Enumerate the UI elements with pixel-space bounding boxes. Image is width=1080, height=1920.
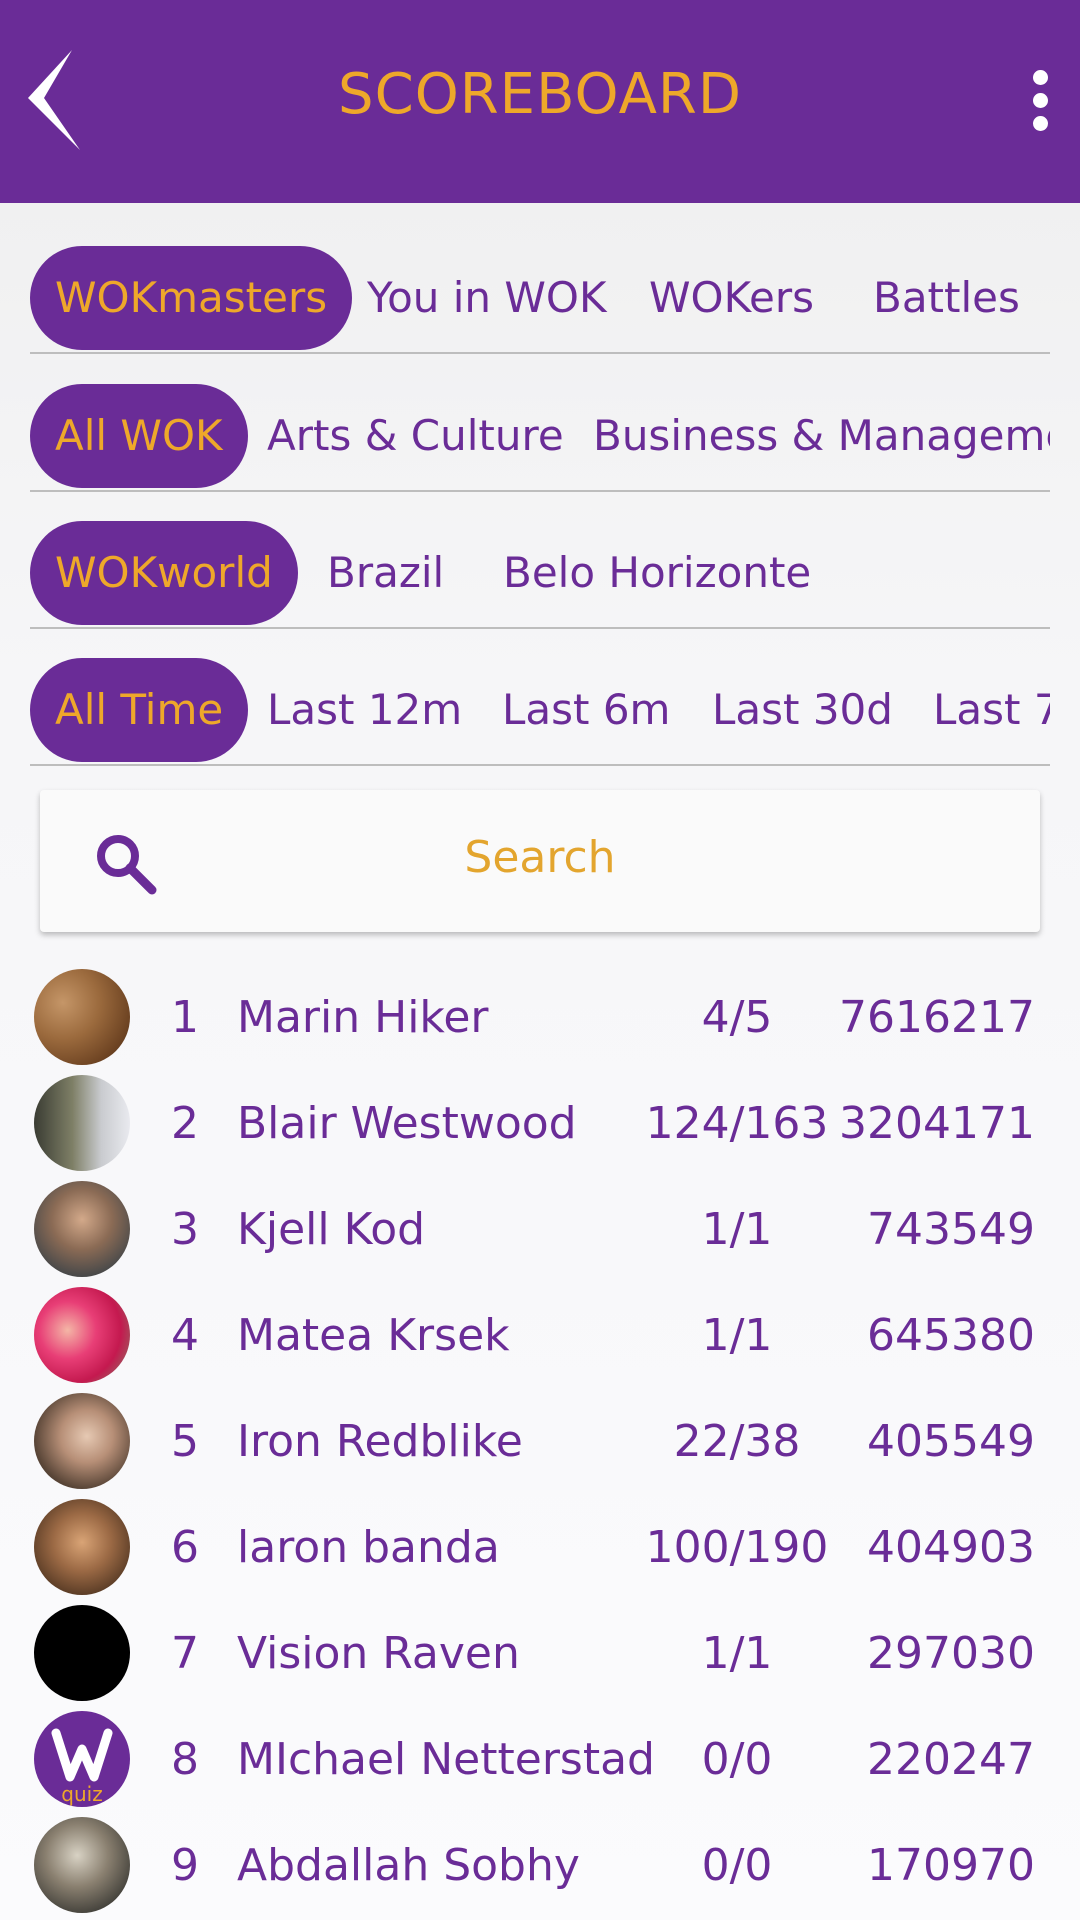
tab-battles[interactable]: Battles <box>848 246 1045 350</box>
leaderboard-row[interactable]: 9 Abdallah Sobhy 0/0 170970 <box>0 1812 1080 1918</box>
tab-brazil[interactable]: Brazil <box>302 521 469 625</box>
score: 3204171 <box>839 1098 1035 1149</box>
rank: 8 <box>171 1734 199 1785</box>
rank: 4 <box>171 1310 199 1361</box>
rank: 7 <box>171 1628 199 1679</box>
overflow-menu-button[interactable] <box>1018 70 1062 136</box>
search-placeholder: Search <box>464 832 616 883</box>
player-name: Iron Redblike <box>237 1416 523 1467</box>
player-name: Kjell Kod <box>237 1204 426 1255</box>
leaderboard-row[interactable]: 7 Vision Raven 1/1 297030 <box>0 1600 1080 1706</box>
win-ratio: 1/1 <box>701 1628 773 1679</box>
tab-wokworld[interactable]: WOKworld <box>30 521 298 625</box>
page-title: SCOREBOARD <box>338 62 742 127</box>
leaderboard-row[interactable]: 4 Matea Krsek 1/1 645380 <box>0 1282 1080 1388</box>
score: 404903 <box>867 1522 1035 1573</box>
rank: 5 <box>171 1416 199 1467</box>
score: 7616217 <box>839 992 1035 1043</box>
avatar <box>34 1499 130 1595</box>
player-name: Blair Westwood <box>237 1098 577 1149</box>
tab-last-12m[interactable]: Last 12m <box>242 658 487 762</box>
avatar <box>34 1075 130 1171</box>
player-name: Matea Krsek <box>237 1310 510 1361</box>
avatar <box>34 969 130 1065</box>
rank: 2 <box>171 1098 199 1149</box>
win-ratio: 124/163 <box>645 1098 829 1149</box>
svg-text:quiz: quiz <box>61 1782 102 1806</box>
player-name: Vision Raven <box>237 1628 520 1679</box>
more-vert-icon <box>1018 70 1062 131</box>
tab-arts-culture[interactable]: Arts & Culture <box>242 384 589 488</box>
score: 645380 <box>867 1310 1035 1361</box>
tab-wokmasters[interactable]: WOKmasters <box>30 246 353 350</box>
tab-last-7d[interactable]: Last 7 <box>908 658 1050 762</box>
win-ratio: 4/5 <box>701 992 773 1043</box>
tab-last-6m[interactable]: Last 6m <box>477 658 695 762</box>
leaderboard-row[interactable]: 3 Kjell Kod 1/1 743549 <box>0 1176 1080 1282</box>
rank: 9 <box>171 1840 199 1891</box>
score: 743549 <box>867 1204 1035 1255</box>
tab-business-management[interactable]: Business & Manageme <box>568 384 1050 488</box>
search-field[interactable]: Search <box>40 790 1040 932</box>
win-ratio: 22/38 <box>673 1416 801 1467</box>
avatar <box>34 1287 130 1383</box>
player-name: MIchael Netterstad <box>237 1734 655 1785</box>
score: 405549 <box>867 1416 1035 1467</box>
avatar <box>34 1605 130 1701</box>
app-bar: SCOREBOARD <box>0 0 1080 203</box>
leaderboard-row[interactable]: 1 Marin Hiker 4/5 7616217 <box>0 964 1080 1070</box>
score: 220247 <box>867 1734 1035 1785</box>
win-ratio: 0/0 <box>701 1734 773 1785</box>
score: 297030 <box>867 1628 1035 1679</box>
rank: 3 <box>171 1204 199 1255</box>
score: 170970 <box>867 1840 1035 1891</box>
rank: 1 <box>171 992 199 1043</box>
tab-all-wok[interactable]: All WOK <box>30 384 248 488</box>
tab-you-in-wok[interactable]: You in WOK <box>342 246 632 350</box>
win-ratio: 100/190 <box>645 1522 829 1573</box>
avatar <box>34 1817 130 1913</box>
player-name: Abdallah Sobhy <box>237 1840 580 1891</box>
leaderboard-row[interactable]: 6 laron banda 100/190 404903 <box>0 1494 1080 1600</box>
region-tabs: WOKworld Brazil Belo Horizonte <box>30 491 1050 629</box>
win-ratio: 0/0 <box>701 1840 773 1891</box>
tab-wokers[interactable]: WOKers <box>624 246 839 350</box>
avatar <box>34 1393 130 1489</box>
category-tabs: All WOK Arts & Culture Business & Manage… <box>30 354 1050 492</box>
wok-quiz-logo-icon: quiz <box>51 1728 113 1806</box>
avatar <box>34 1181 130 1277</box>
tab-last-30d[interactable]: Last 30d <box>687 658 918 762</box>
time-range-tabs: All Time Last 12m Last 6m Last 30d Last … <box>30 628 1050 766</box>
player-name: laron banda <box>237 1522 500 1573</box>
win-ratio: 1/1 <box>701 1204 773 1255</box>
scoreboard-type-tabs: WOKmasters You in WOK WOKers Battles <box>30 216 1050 354</box>
leaderboard-row[interactable]: 5 Iron Redblike 22/38 405549 <box>0 1388 1080 1494</box>
tab-belo-horizonte[interactable]: Belo Horizonte <box>478 521 836 625</box>
leaderboard-row[interactable]: 2 Blair Westwood 124/163 3204171 <box>0 1070 1080 1176</box>
rank: 6 <box>171 1522 199 1573</box>
tab-all-time[interactable]: All Time <box>30 658 249 762</box>
player-name: Marin Hiker <box>237 992 489 1043</box>
leaderboard-row[interactable]: quiz 8 MIchael Netterstad 0/0 220247 <box>0 1706 1080 1812</box>
avatar-wok-logo: quiz <box>34 1711 130 1807</box>
win-ratio: 1/1 <box>701 1310 773 1361</box>
